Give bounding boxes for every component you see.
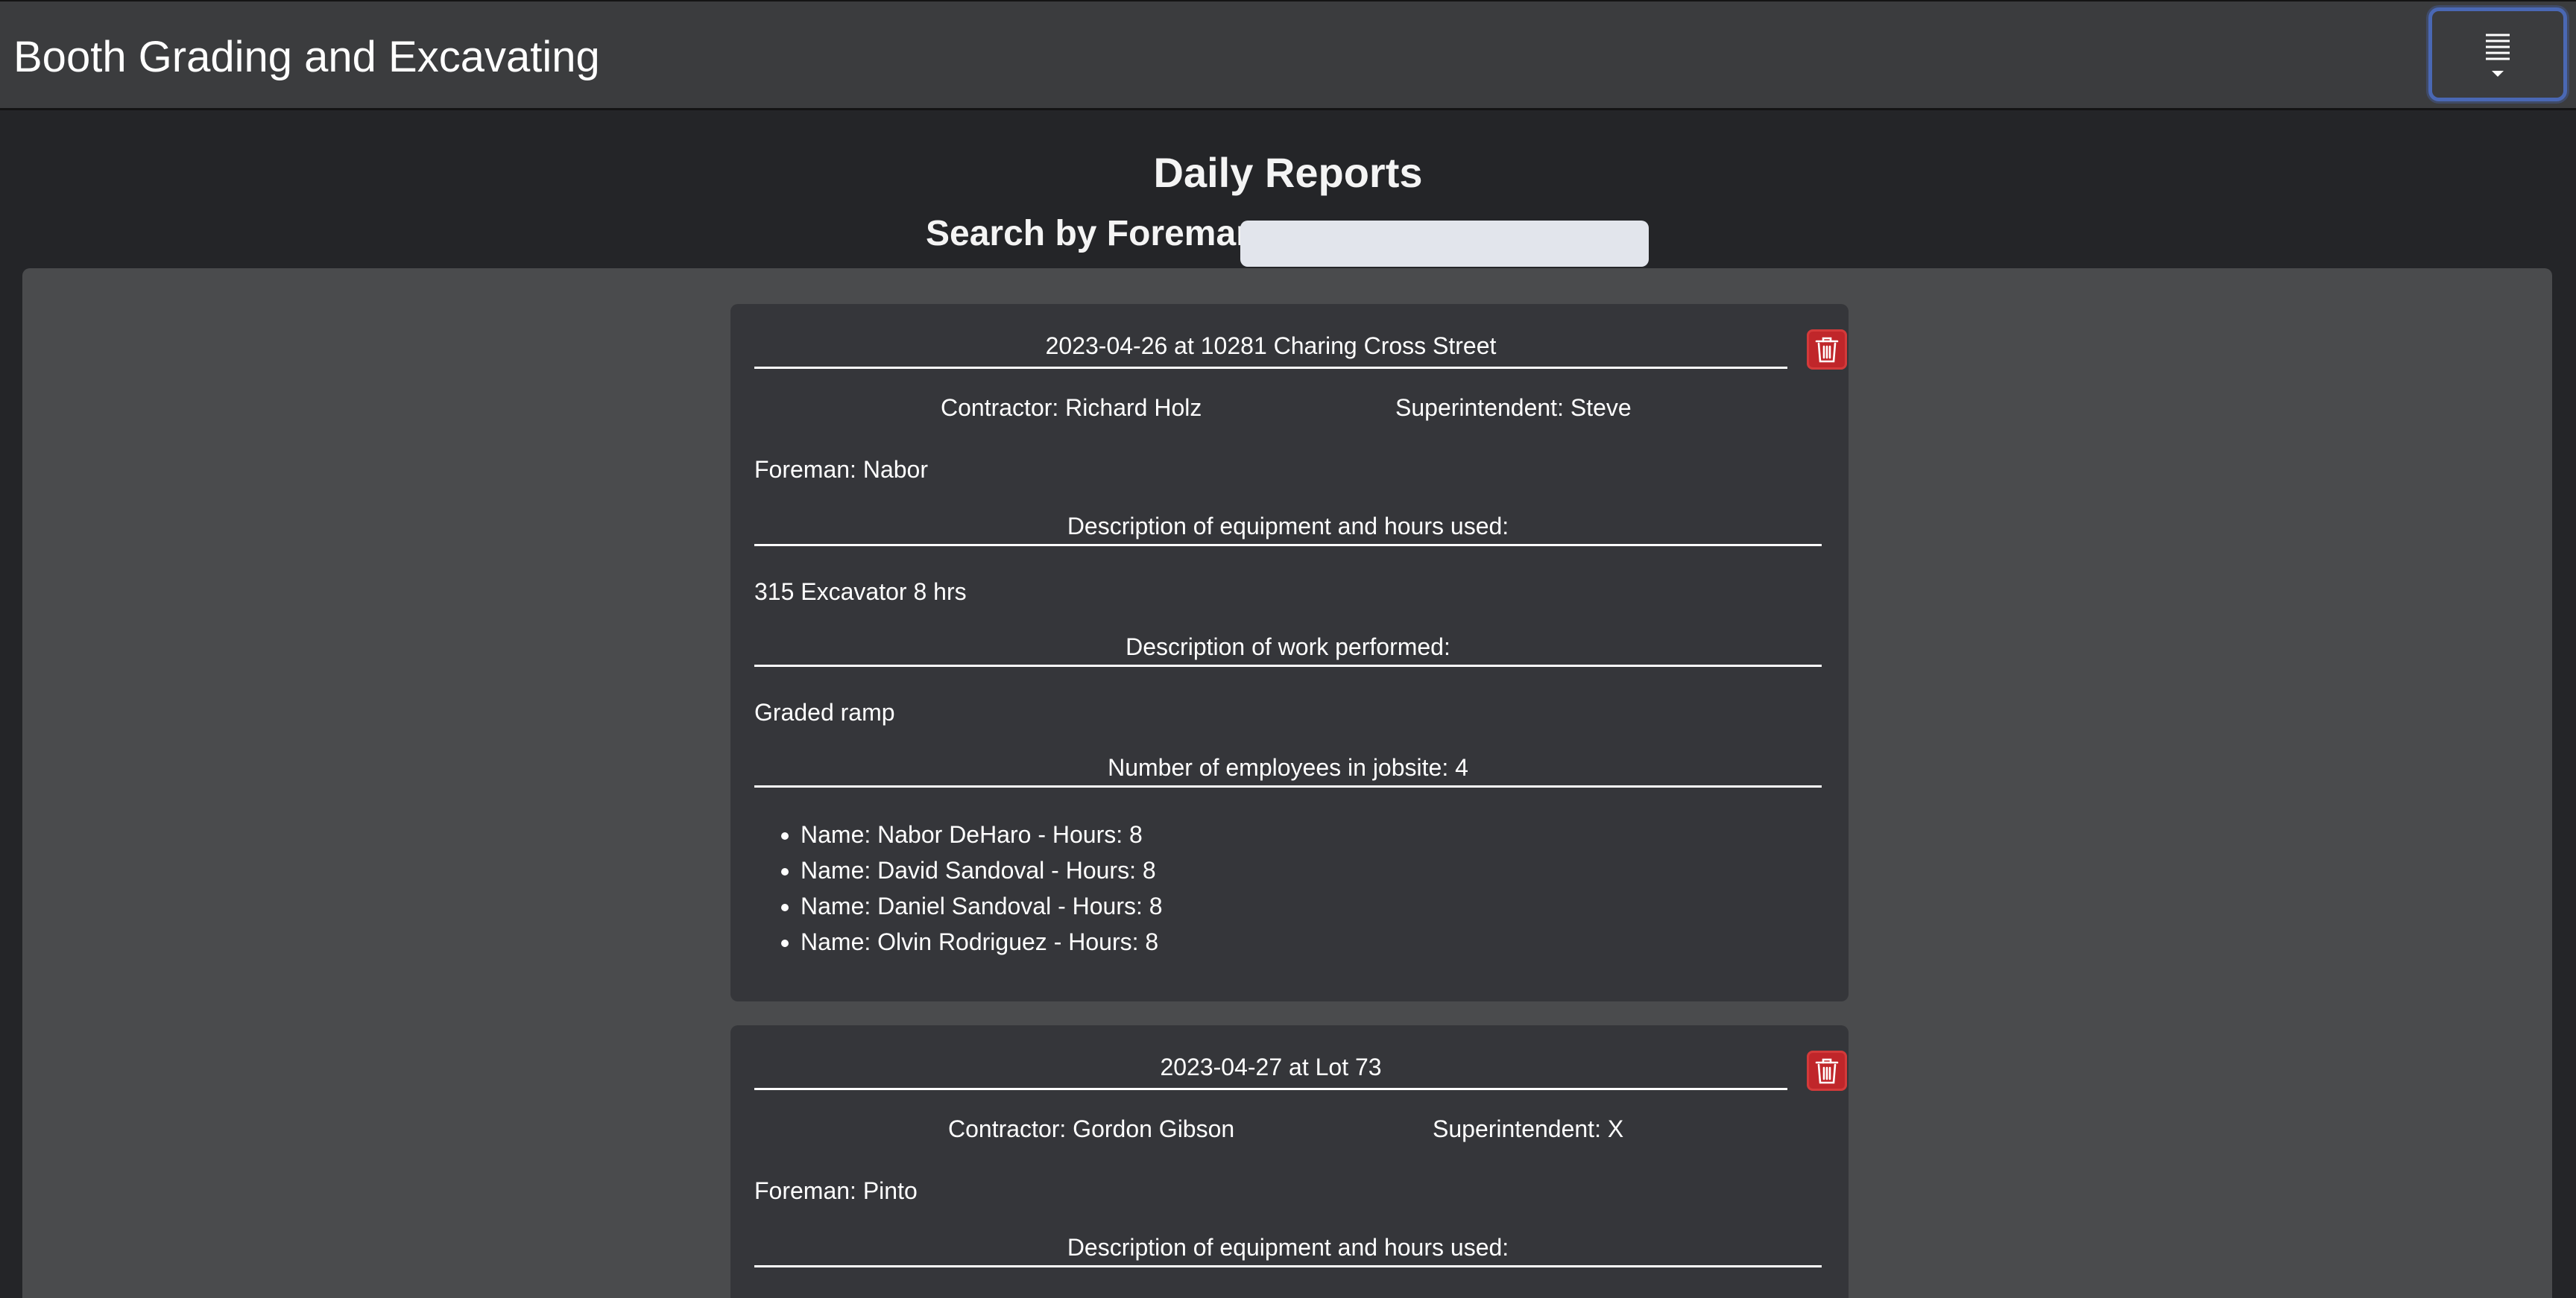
foreman-text: Foreman: Pinto <box>754 1177 918 1204</box>
work-heading: Description of work performed: <box>754 630 1822 667</box>
superintendent-text: Superintendent: X <box>1433 1115 1624 1142</box>
foreman-search-input[interactable] <box>1240 221 1649 267</box>
delete-report-button[interactable] <box>1807 1051 1847 1091</box>
reports-container: 2023-04-26 at 10281 Charing Cross Street… <box>22 268 2552 1298</box>
report-title: 2023-04-27 at Lot 73 <box>754 1051 1787 1090</box>
trash-icon <box>1815 337 1839 363</box>
trash-icon <box>1815 1058 1839 1084</box>
contractor-text: Contractor: Gordon Gibson <box>948 1115 1235 1142</box>
caret-down-icon <box>2492 71 2504 77</box>
equipment-heading: Description of equipment and hours used: <box>754 510 1822 546</box>
brand-title[interactable]: Booth Grading and Excavating <box>13 30 600 85</box>
contractor-row: Contractor: Gordon Gibson Superintendent… <box>754 1110 1822 1147</box>
equipment-text: 315 Excavator 8 hrs <box>754 578 967 605</box>
employee-list: Name: Nabor DeHaro - Hours: 8 Name: Davi… <box>754 817 1163 960</box>
menu-toggle-button[interactable] <box>2428 7 2567 101</box>
page-title: Daily Reports <box>1153 149 1423 196</box>
employee-item: Name: Daniel Sandoval - Hours: 8 <box>801 888 1163 924</box>
navbar: Booth Grading and Excavating <box>0 0 2576 110</box>
employees-heading: Number of employees in jobsite: 4 <box>754 751 1822 788</box>
work-text: Graded ramp <box>754 699 895 726</box>
contractor-row: Contractor: Richard Holz Superintendent:… <box>754 389 1822 426</box>
foreman-text: Foreman: Nabor <box>754 456 928 483</box>
contractor-text: Contractor: Richard Holz <box>941 394 1202 421</box>
search-label: Search by Foreman <box>926 214 1258 253</box>
employee-item: Name: Olvin Rodriguez - Hours: 8 <box>801 924 1163 960</box>
report-card: 2023-04-27 at Lot 73 Contractor: Gordon … <box>730 1025 1849 1298</box>
report-card: 2023-04-26 at 10281 Charing Cross Street… <box>730 304 1849 1001</box>
hamburger-icon <box>2486 34 2510 77</box>
employee-item: Name: David Sandoval - Hours: 8 <box>801 852 1163 888</box>
delete-report-button[interactable] <box>1807 329 1847 370</box>
equipment-heading: Description of equipment and hours used: <box>754 1231 1822 1267</box>
employee-item: Name: Nabor DeHaro - Hours: 8 <box>801 817 1163 852</box>
superintendent-text: Superintendent: Steve <box>1395 394 1632 421</box>
report-title: 2023-04-26 at 10281 Charing Cross Street <box>754 329 1787 369</box>
